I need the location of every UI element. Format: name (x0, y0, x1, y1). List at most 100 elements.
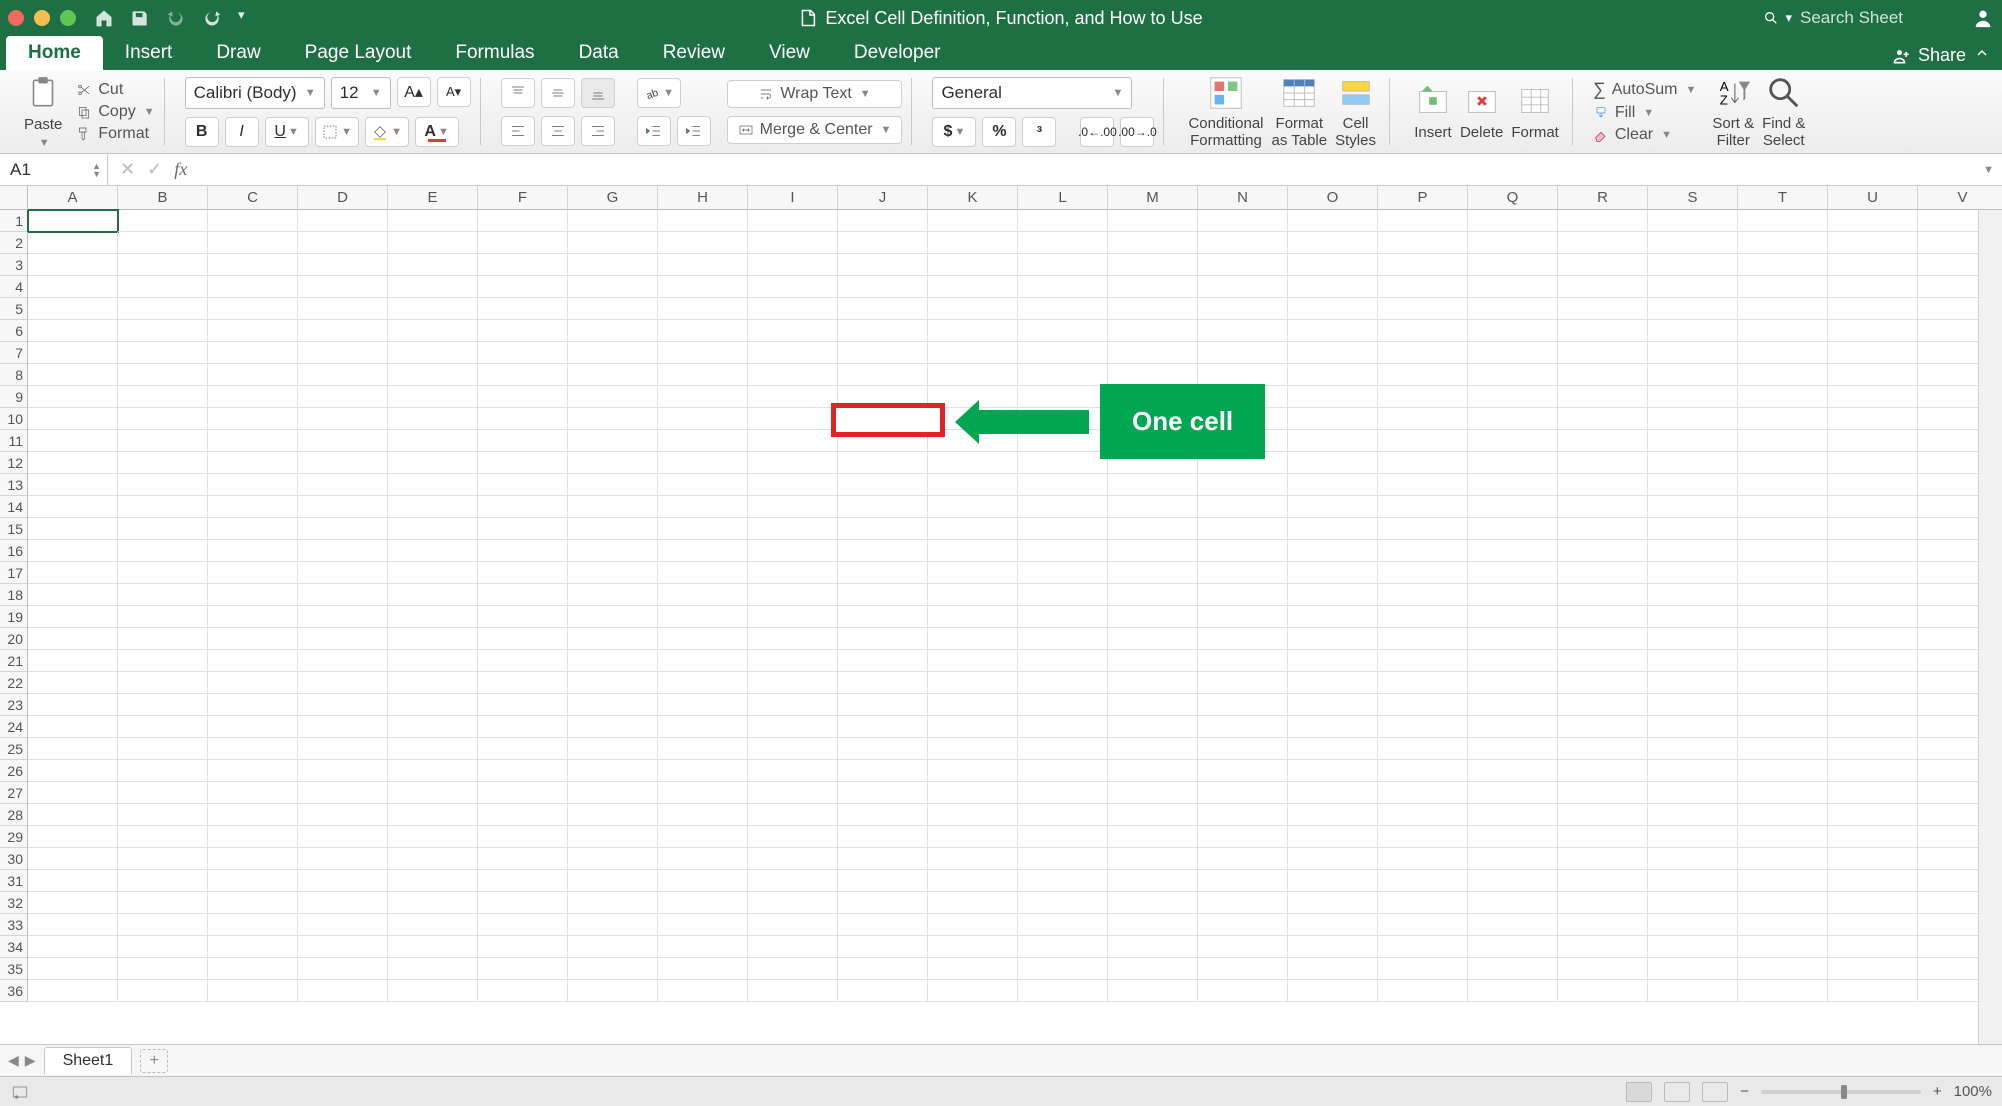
row-header-19[interactable]: 19 (0, 606, 28, 628)
cell-E20[interactable] (388, 628, 478, 650)
cell-A35[interactable] (28, 958, 118, 980)
cell-D33[interactable] (298, 914, 388, 936)
cell-N31[interactable] (1198, 870, 1288, 892)
cell-F15[interactable] (478, 518, 568, 540)
cell-A4[interactable] (28, 276, 118, 298)
cell-E12[interactable] (388, 452, 478, 474)
cell-I34[interactable] (748, 936, 838, 958)
cell-H19[interactable] (658, 606, 748, 628)
cell-I4[interactable] (748, 276, 838, 298)
row-header-7[interactable]: 7 (0, 342, 28, 364)
cell-N34[interactable] (1198, 936, 1288, 958)
cell-J28[interactable] (838, 804, 928, 826)
column-header-L[interactable]: L (1018, 186, 1108, 210)
cell-Q7[interactable] (1468, 342, 1558, 364)
cell-J36[interactable] (838, 980, 928, 1002)
cell-C12[interactable] (208, 452, 298, 474)
cell-M33[interactable] (1108, 914, 1198, 936)
cell-C7[interactable] (208, 342, 298, 364)
cell-K34[interactable] (928, 936, 1018, 958)
cell-G15[interactable] (568, 518, 658, 540)
cell-R34[interactable] (1558, 936, 1648, 958)
cell-K20[interactable] (928, 628, 1018, 650)
cell-H18[interactable] (658, 584, 748, 606)
cell-S35[interactable] (1648, 958, 1738, 980)
cell-J19[interactable] (838, 606, 928, 628)
cell-S23[interactable] (1648, 694, 1738, 716)
cell-U31[interactable] (1828, 870, 1918, 892)
cell-B22[interactable] (118, 672, 208, 694)
cell-U33[interactable] (1828, 914, 1918, 936)
cell-E21[interactable] (388, 650, 478, 672)
paste-button[interactable]: Paste ▼ (20, 72, 66, 151)
cell-N15[interactable] (1198, 518, 1288, 540)
sheet-tab-sheet1[interactable]: Sheet1 (44, 1047, 133, 1074)
cell-G18[interactable] (568, 584, 658, 606)
cell-L1[interactable] (1018, 210, 1108, 232)
cell-K33[interactable] (928, 914, 1018, 936)
cell-F23[interactable] (478, 694, 568, 716)
cell-O30[interactable] (1288, 848, 1378, 870)
align-bottom-button[interactable] (581, 78, 615, 108)
cell-H25[interactable] (658, 738, 748, 760)
save-icon[interactable] (130, 8, 150, 28)
share-button[interactable]: Share (1892, 45, 1966, 66)
cell-P16[interactable] (1378, 540, 1468, 562)
cell-O13[interactable] (1288, 474, 1378, 496)
cell-C33[interactable] (208, 914, 298, 936)
cell-F8[interactable] (478, 364, 568, 386)
cell-M24[interactable] (1108, 716, 1198, 738)
cell-J35[interactable] (838, 958, 928, 980)
format-as-table-button[interactable]: Format as Table (1268, 72, 1332, 151)
cell-N35[interactable] (1198, 958, 1288, 980)
cell-L30[interactable] (1018, 848, 1108, 870)
cell-I30[interactable] (748, 848, 838, 870)
cell-C1[interactable] (208, 210, 298, 232)
cell-A11[interactable] (28, 430, 118, 452)
cell-T15[interactable] (1738, 518, 1828, 540)
cell-L21[interactable] (1018, 650, 1108, 672)
cell-H36[interactable] (658, 980, 748, 1002)
cell-N25[interactable] (1198, 738, 1288, 760)
cell-L18[interactable] (1018, 584, 1108, 606)
cell-K21[interactable] (928, 650, 1018, 672)
cell-E33[interactable] (388, 914, 478, 936)
cell-S4[interactable] (1648, 276, 1738, 298)
cell-M36[interactable] (1108, 980, 1198, 1002)
cell-S2[interactable] (1648, 232, 1738, 254)
cell-D2[interactable] (298, 232, 388, 254)
cell-Q9[interactable] (1468, 386, 1558, 408)
cell-M7[interactable] (1108, 342, 1198, 364)
cell-S7[interactable] (1648, 342, 1738, 364)
cell-D35[interactable] (298, 958, 388, 980)
sheet-nav-next-icon[interactable]: ▶ (25, 1052, 36, 1069)
cell-P6[interactable] (1378, 320, 1468, 342)
cell-O19[interactable] (1288, 606, 1378, 628)
tab-data[interactable]: Data (557, 36, 641, 70)
cell-U21[interactable] (1828, 650, 1918, 672)
cell-H5[interactable] (658, 298, 748, 320)
column-header-U[interactable]: U (1828, 186, 1918, 210)
row-header-4[interactable]: 4 (0, 276, 28, 298)
row-header-16[interactable]: 16 (0, 540, 28, 562)
cell-G10[interactable] (568, 408, 658, 430)
cell-P5[interactable] (1378, 298, 1468, 320)
cell-D27[interactable] (298, 782, 388, 804)
increase-indent-button[interactable] (677, 116, 711, 146)
cell-N6[interactable] (1198, 320, 1288, 342)
cell-D16[interactable] (298, 540, 388, 562)
cell-H34[interactable] (658, 936, 748, 958)
cell-B6[interactable] (118, 320, 208, 342)
cell-K6[interactable] (928, 320, 1018, 342)
row-header-24[interactable]: 24 (0, 716, 28, 738)
cell-I19[interactable] (748, 606, 838, 628)
cell-E8[interactable] (388, 364, 478, 386)
cell-B27[interactable] (118, 782, 208, 804)
cell-O31[interactable] (1288, 870, 1378, 892)
cell-A2[interactable] (28, 232, 118, 254)
minimize-window-icon[interactable] (34, 10, 50, 26)
cell-L20[interactable] (1018, 628, 1108, 650)
cell-K28[interactable] (928, 804, 1018, 826)
cell-F31[interactable] (478, 870, 568, 892)
cell-D17[interactable] (298, 562, 388, 584)
